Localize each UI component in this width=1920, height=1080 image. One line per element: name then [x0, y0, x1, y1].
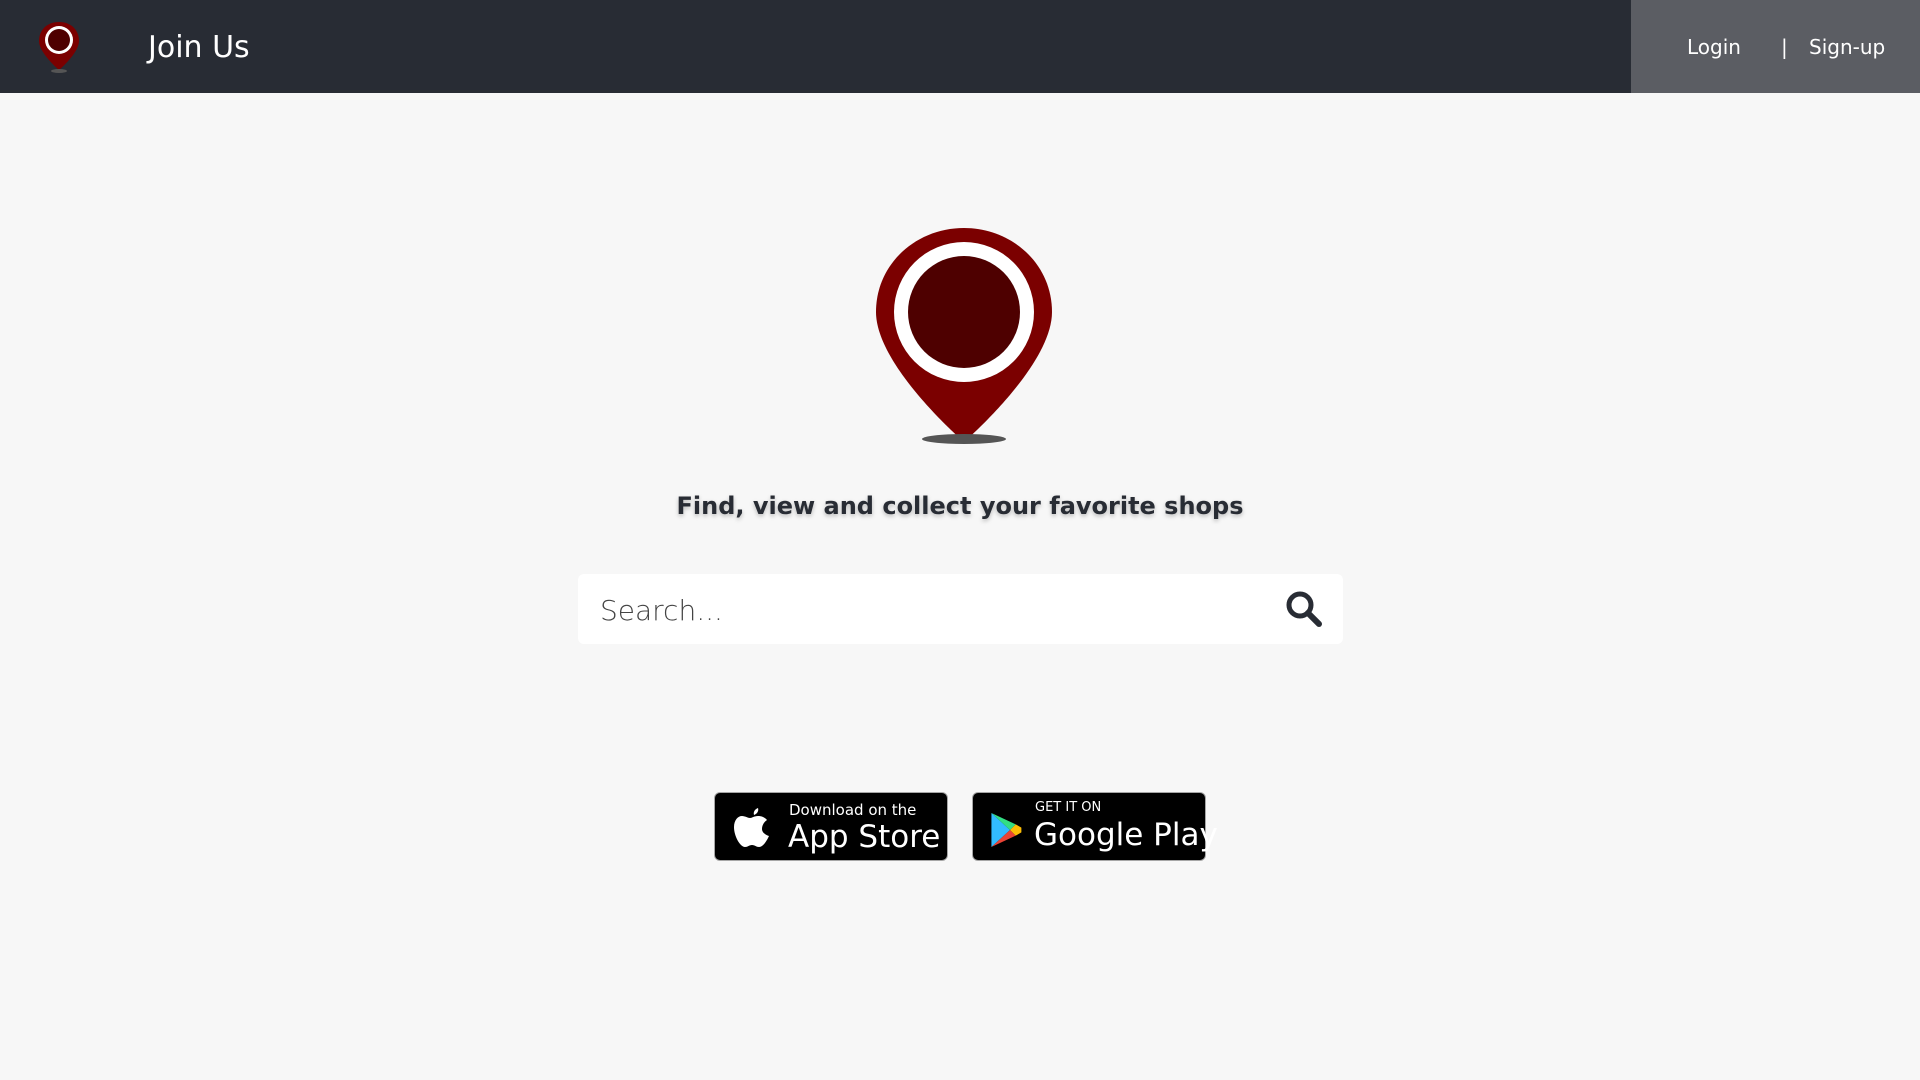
apple-icon — [734, 808, 769, 847]
appstore-badge-caption: Download on the — [789, 801, 917, 819]
search-bar — [578, 574, 1343, 644]
google-play-icon — [991, 813, 1022, 847]
signup-link[interactable]: Sign-up — [1809, 34, 1885, 60]
google-play-badge[interactable]: GET IT ON Google Play — [972, 792, 1218, 861]
auth-separator: | — [1781, 35, 1788, 59]
search-icon[interactable] — [1284, 589, 1324, 629]
site-title[interactable]: Join Us — [148, 28, 250, 68]
location-pin-hero-icon — [876, 228, 1052, 444]
login-link[interactable]: Login — [1687, 34, 1741, 60]
google-badge-title: Google Play — [1034, 817, 1218, 853]
search-input[interactable] — [598, 584, 1262, 636]
top-navbar: Join Us Login | Sign-up — [0, 0, 1920, 93]
auth-links-panel: Login | Sign-up — [1631, 0, 1920, 93]
google-badge-caption: GET IT ON — [1035, 800, 1102, 815]
app-store-badge[interactable]: Download on the App Store — [714, 792, 948, 861]
location-pin-logo-icon[interactable] — [36, 20, 82, 74]
hero-tagline: Find, view and collect your favorite sho… — [676, 492, 1244, 520]
appstore-badge-title: App Store — [788, 819, 941, 855]
